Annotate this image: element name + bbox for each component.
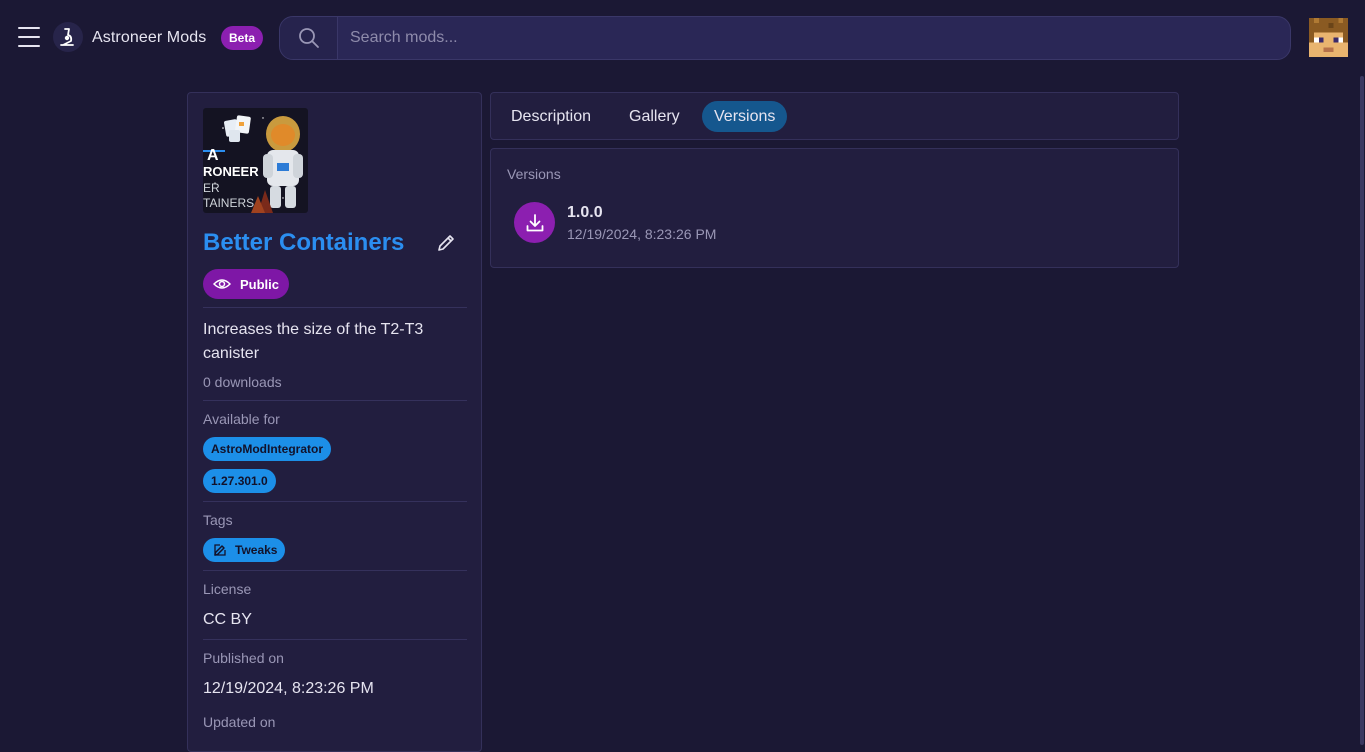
search-input[interactable] [338,17,1290,59]
edit-pencil-icon[interactable] [434,231,458,255]
versions-panel: Versions 1.0.0 12/19/2024, 8:23:26 PM [490,148,1179,268]
svg-text:TAINERS: TAINERS [203,196,254,210]
tags-label: Tags [203,512,233,528]
svg-text:RONEER: RONEER [203,164,259,179]
search-bar [279,16,1291,60]
download-count: 0 downloads [203,374,282,390]
top-bar: Astroneer Mods Beta [0,0,1365,76]
edit-icon [214,544,226,556]
mod-description: Increases the size of the T2-T3 canister [203,321,424,362]
divider [203,307,467,308]
download-icon[interactable] [514,202,555,243]
mod-title: Better Containers [203,229,405,256]
divider [203,570,467,571]
beta-badge: Beta [221,26,264,50]
license-value: CC BY [203,611,252,628]
astronaut-logo-icon[interactable] [53,22,83,52]
game-version-chip[interactable]: 1.27.301.0 [203,469,276,493]
updated-label: Updated on [203,714,276,730]
tab-description[interactable]: Description [499,101,603,132]
platform-chip[interactable]: AstroModIntegrator [203,437,331,461]
visibility-label: Public [240,276,280,292]
divider [203,639,467,640]
tab-bar: Description Gallery Versions [490,92,1179,140]
license-label: License [203,581,252,597]
mod-thumbnail: A RONEER ER TAINERS [203,108,308,213]
tab-versions[interactable]: Versions [702,101,788,132]
tag-chip[interactable]: Tweaks [203,538,286,562]
eye-icon [213,279,231,289]
svg-text:A: A [207,147,219,164]
published-value: 12/19/2024, 8:23:26 PM [203,680,374,697]
published-label: Published on [203,650,284,666]
divider [203,501,467,502]
svg-text:ER: ER [203,181,220,195]
menu-icon[interactable] [18,27,40,47]
tab-gallery[interactable]: Gallery [617,101,692,132]
available-for-label: Available for [203,411,280,427]
version-number: 1.0.0 [567,204,603,221]
page-scrollbar[interactable] [1359,76,1365,745]
divider [203,400,467,401]
scrollbar-thumb[interactable] [1360,76,1364,745]
mod-info-card: A RONEER ER TAINERS Better Containers Pu… [187,92,482,752]
visibility-badge[interactable]: Public [203,269,290,299]
user-avatar[interactable] [1309,18,1348,57]
app-title[interactable]: Astroneer Mods [92,29,206,47]
versions-heading: Versions [507,166,561,182]
version-date: 12/19/2024, 8:23:26 PM [567,226,717,242]
tag-label: Tweaks [235,543,278,557]
search-icon[interactable] [280,17,338,59]
